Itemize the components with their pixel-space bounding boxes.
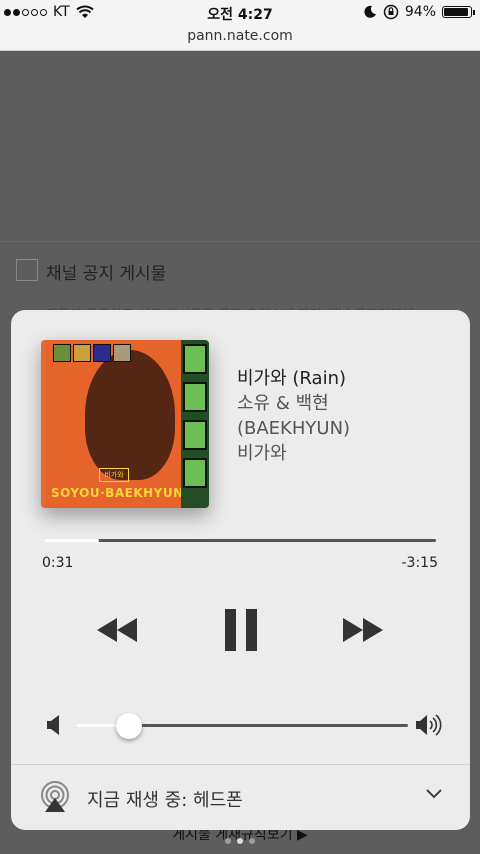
page-dot	[237, 838, 243, 844]
album-art-label-text: 비가와	[104, 471, 124, 479]
battery-icon	[442, 6, 475, 18]
album-art-thumbnail	[93, 344, 111, 362]
track-title: 비가와 (Rain)	[237, 368, 346, 389]
status-bar: KT 오전 4:27 94%	[0, 0, 480, 26]
chevron-down-icon[interactable]	[425, 788, 443, 800]
battery-level	[444, 8, 469, 16]
playback-progress	[44, 539, 99, 542]
film-frame	[183, 458, 207, 488]
fast-forward-icon	[343, 618, 383, 642]
film-frame	[183, 420, 207, 450]
airplay-icon[interactable]	[39, 781, 71, 813]
rotation-lock-icon	[383, 4, 399, 20]
url-bar[interactable]: pann.nate.com	[0, 26, 480, 51]
film-frame	[183, 344, 207, 374]
album-art-cover: 비가와 SOYOU·BAEKHYUN	[45, 340, 184, 508]
album-art-thumbnail	[73, 344, 91, 362]
fast-forward-button[interactable]	[341, 608, 385, 652]
film-frame	[183, 382, 207, 412]
volume-low-icon	[47, 715, 59, 735]
page-dot	[249, 838, 255, 844]
playback-scrubber[interactable]	[44, 539, 436, 542]
remaining-time: -3:15	[401, 555, 439, 571]
rewind-button[interactable]	[95, 608, 139, 652]
track-info: 비가와 (Rain) 소유 & 백현 (BAEKHYUN) 비가와	[237, 366, 457, 466]
now-playing-card: 비가와 SOYOU·BAEKHYUN 비가와 (Rain) 소유 & 백현 (B…	[11, 310, 470, 830]
album-art-figure	[85, 350, 175, 480]
volume-knob[interactable]	[116, 713, 143, 739]
battery-percent: 94%	[404, 4, 436, 20]
album-art: 비가와 SOYOU·BAEKHYUN	[41, 340, 209, 508]
moon-icon	[364, 5, 376, 18]
pause-button[interactable]	[219, 608, 263, 652]
elapsed-time: 0:31	[42, 555, 74, 571]
album-art-thumbnail	[113, 344, 131, 362]
volume-high-icon	[416, 714, 442, 736]
track-album: 비가와	[237, 443, 287, 464]
rewind-icon	[97, 618, 137, 642]
audio-route-label[interactable]: 지금 재생 중: 헤드폰	[87, 786, 243, 812]
track-artist: 소유 & 백현	[237, 393, 329, 414]
status-icons: 94%	[363, 4, 475, 20]
album-art-label: 비가와	[99, 468, 129, 482]
album-art-film-strip	[181, 340, 209, 508]
album-art-artist: SOYOU·BAEKHYUN	[51, 486, 184, 500]
notice-checkbox[interactable]	[16, 259, 38, 281]
page-dot	[225, 838, 231, 844]
album-art-thumbnails	[53, 344, 131, 362]
card-divider	[11, 764, 470, 765]
divider	[0, 241, 480, 242]
track-artist-line2: (BAEKHYUN)	[237, 418, 351, 439]
pause-icon	[225, 609, 257, 651]
album-art-thumbnail	[53, 344, 71, 362]
page-indicator	[0, 838, 480, 844]
notice-checkbox-label: 채널 공지 게시물	[46, 264, 167, 284]
